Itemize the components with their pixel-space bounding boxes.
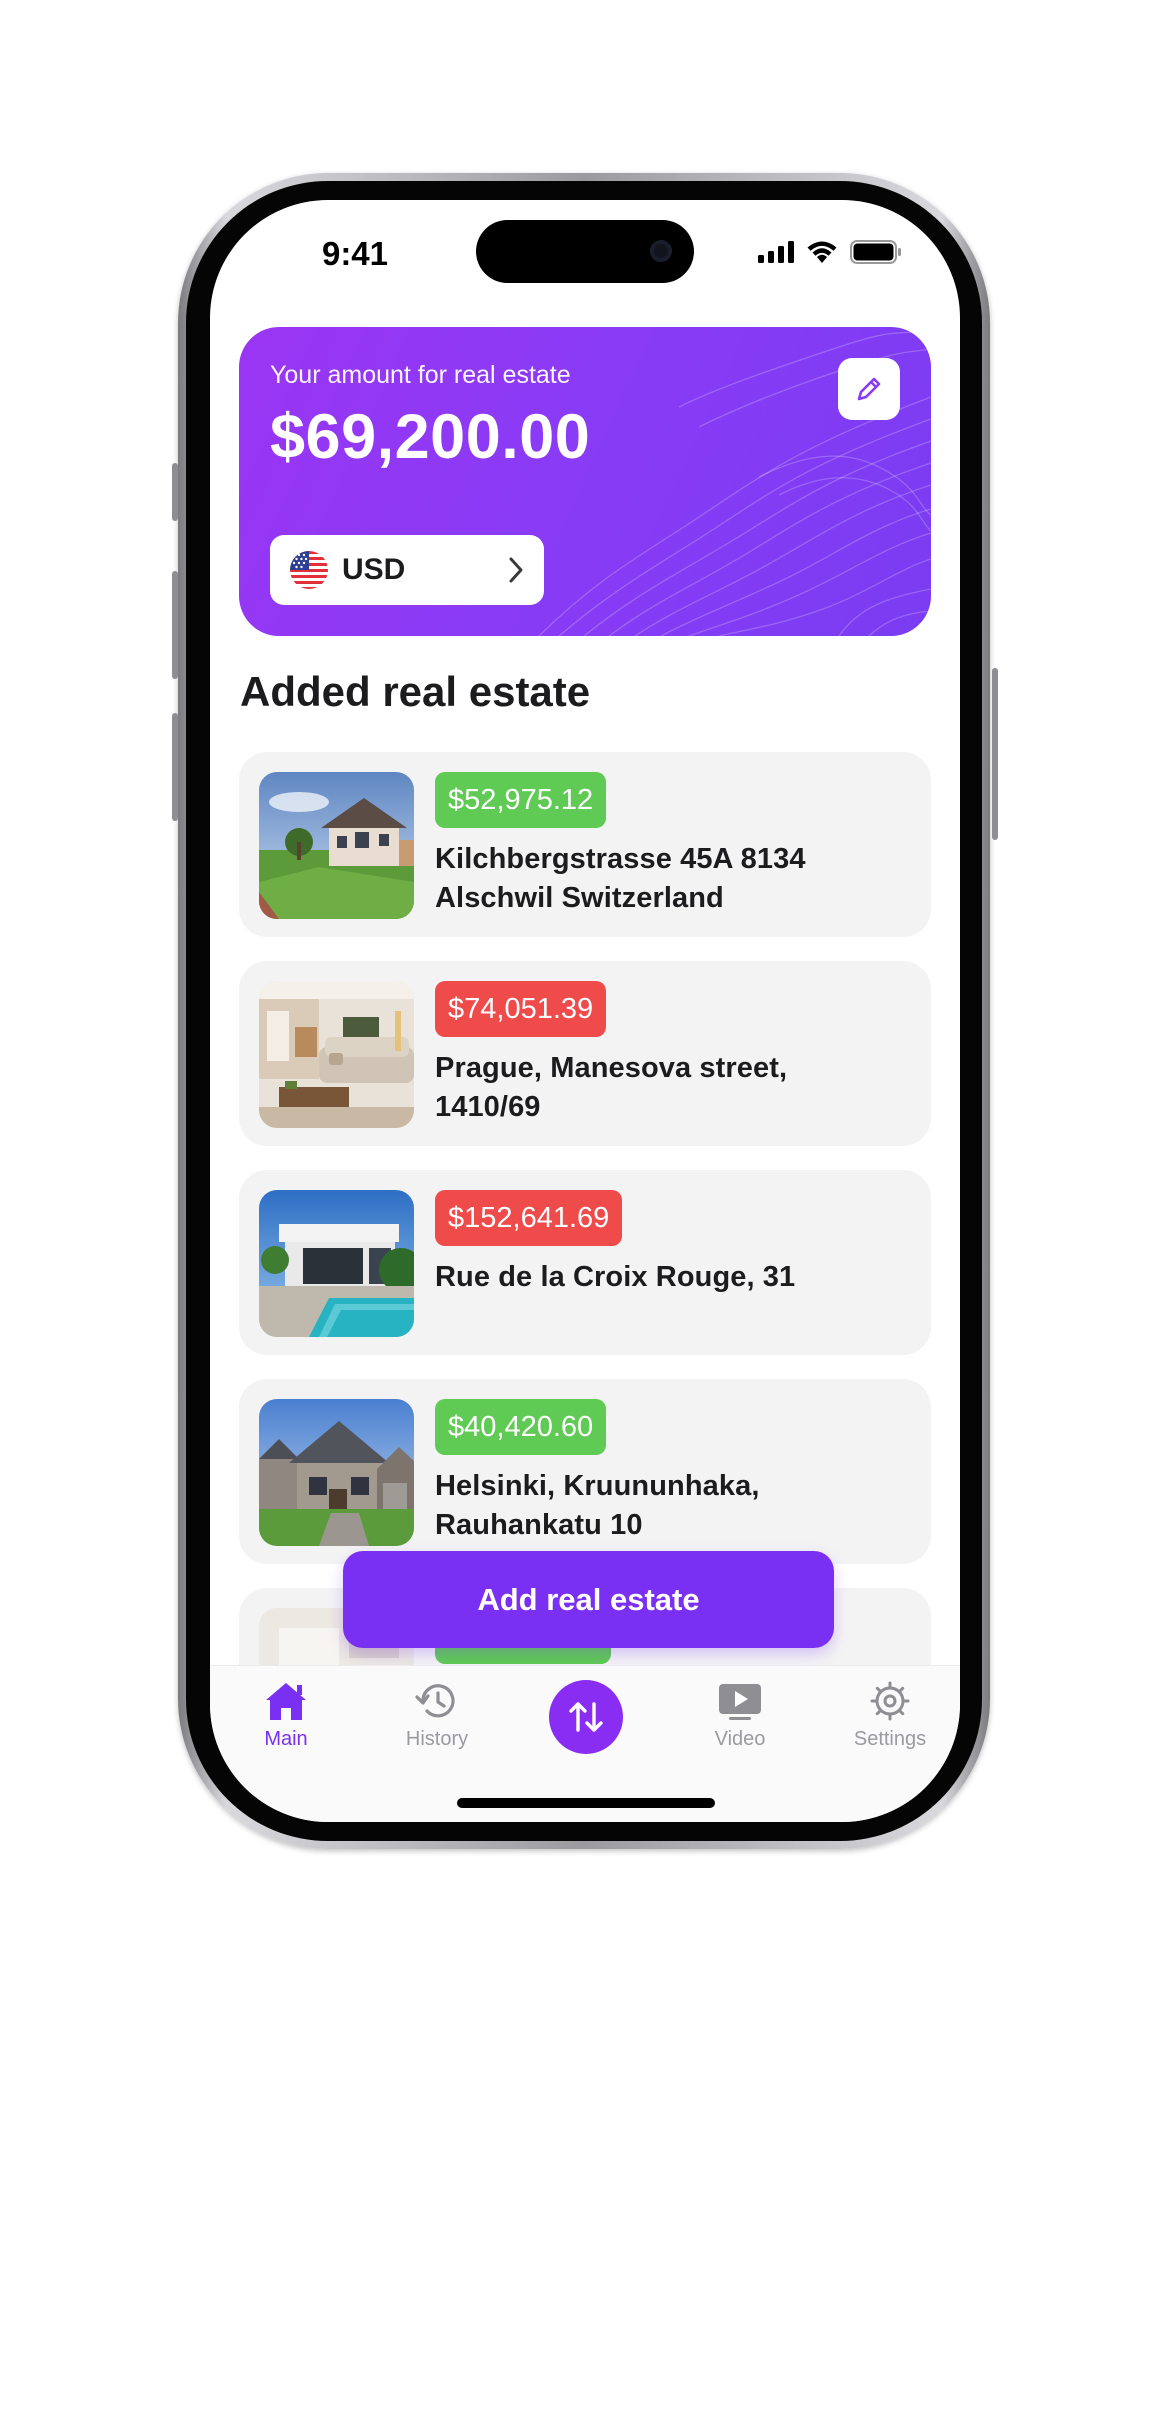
price-badge: $152,641.69	[435, 1190, 623, 1246]
property-photo	[259, 1399, 414, 1546]
price-badge: $52,975.12	[435, 772, 607, 828]
status-time: 9:41	[321, 235, 389, 272]
tab-label: Settings	[853, 1728, 927, 1750]
tab-label: Video	[714, 1728, 766, 1750]
property-card[interactable]: $52,975.12 Kilchbergstrasse 45A 8134 Als…	[239, 752, 931, 937]
section-title: Added real estate	[240, 668, 591, 715]
add-real-estate-button[interactable]: Add real estate	[343, 1551, 834, 1648]
pencil-icon	[857, 377, 881, 401]
gear-icon	[870, 1681, 910, 1721]
signal-icon	[758, 241, 794, 263]
tab-label: Main	[264, 1728, 308, 1750]
volume-down-button	[172, 713, 178, 821]
tab-main[interactable]: Main	[226, 1680, 346, 1751]
property-photo	[259, 981, 414, 1128]
edit-amount-button[interactable]	[838, 358, 900, 420]
swap-arrows-icon	[569, 1702, 603, 1732]
action-button	[172, 463, 178, 521]
chevron-right-icon	[509, 557, 523, 583]
currency-code: USD	[342, 553, 406, 586]
property-photo	[259, 772, 414, 919]
property-address: Prague, Manesova street, 1410/69	[435, 1052, 788, 1123]
us-flag-icon	[290, 551, 328, 589]
volume-up-button	[172, 571, 178, 679]
property-address: Rue de la Croix Rouge, 31	[435, 1261, 796, 1293]
balance-amount: $69,200.00	[270, 402, 591, 472]
exchange-button[interactable]	[549, 1680, 623, 1754]
property-photo	[259, 1190, 414, 1337]
balance-card: Your amount for real estate $69,200.00 U…	[239, 327, 931, 636]
history-clock-icon	[415, 1684, 455, 1718]
power-button	[992, 668, 998, 840]
tab-label: History	[405, 1728, 469, 1750]
home-indicator	[457, 1798, 715, 1808]
front-camera-icon	[650, 240, 672, 262]
tab-video[interactable]: Video	[680, 1680, 800, 1751]
price-badge: $74,051.39	[435, 981, 607, 1037]
app-screen: 9:41 Your amount for real estate $69,200…	[210, 200, 960, 1822]
video-play-icon	[719, 1684, 761, 1720]
property-card[interactable]: $152,641.69 Rue de la Croix Rouge, 31	[239, 1170, 931, 1355]
dynamic-island	[476, 220, 694, 283]
price-badge: $40,420.60	[435, 1399, 607, 1455]
wifi-icon	[807, 241, 837, 263]
property-address: Kilchbergstrasse 45A 8134 Alschwil Switz…	[435, 843, 806, 914]
property-card[interactable]: $74,051.39 Prague, Manesova street, 1410…	[239, 961, 931, 1146]
property-card[interactable]: $40,420.60 Helsinki, Kruununhaka, Rauhan…	[239, 1379, 931, 1564]
tab-history[interactable]: History	[377, 1680, 497, 1751]
tab-settings[interactable]: Settings	[830, 1680, 950, 1751]
currency-selector[interactable]: USD	[270, 535, 544, 605]
status-icons	[758, 240, 902, 264]
property-address: Helsinki, Kruununhaka, Rauhankatu 10	[435, 1470, 760, 1541]
balance-label: Your amount for real estate	[270, 361, 571, 389]
house-icon	[266, 1683, 306, 1720]
battery-icon	[850, 240, 901, 264]
